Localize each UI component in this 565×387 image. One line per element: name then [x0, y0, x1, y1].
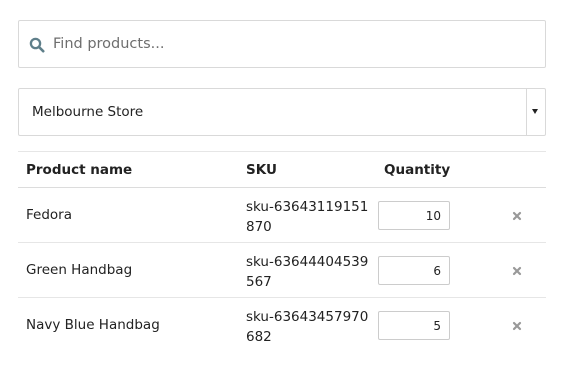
- product-name: Fedora: [26, 207, 72, 223]
- quantity-input[interactable]: [378, 256, 450, 285]
- table-row: Green Handbag sku-63644404539567: [18, 243, 546, 298]
- column-header-sku: SKU: [246, 162, 277, 178]
- quantity-input[interactable]: [378, 201, 450, 230]
- column-header-product: Product name: [26, 162, 133, 178]
- product-name: Navy Blue Handbag: [26, 317, 160, 333]
- table-row: Fedora sku-63643119151870: [18, 188, 546, 243]
- product-sku: sku-63643119151870: [246, 199, 369, 235]
- column-header-quantity: Quantity: [384, 162, 451, 178]
- search-icon: [29, 37, 45, 53]
- caret-down-icon: [532, 109, 538, 114]
- table-top-divider: [18, 151, 546, 152]
- product-name: Green Handbag: [26, 262, 133, 278]
- close-icon[interactable]: [511, 320, 523, 332]
- store-select-toggle[interactable]: [526, 89, 545, 135]
- table-row: Navy Blue Handbag sku-63643457970682: [18, 298, 546, 353]
- product-search-box[interactable]: [18, 20, 546, 68]
- product-sku: sku-63643457970682: [246, 309, 369, 345]
- store-select[interactable]: Melbourne Store: [18, 88, 546, 136]
- close-icon[interactable]: [511, 265, 523, 277]
- quantity-input[interactable]: [378, 311, 450, 340]
- product-sku: sku-63644404539567: [246, 254, 369, 290]
- store-selected-value: Melbourne Store: [32, 104, 144, 120]
- close-icon[interactable]: [511, 210, 523, 222]
- search-input[interactable]: [53, 21, 537, 67]
